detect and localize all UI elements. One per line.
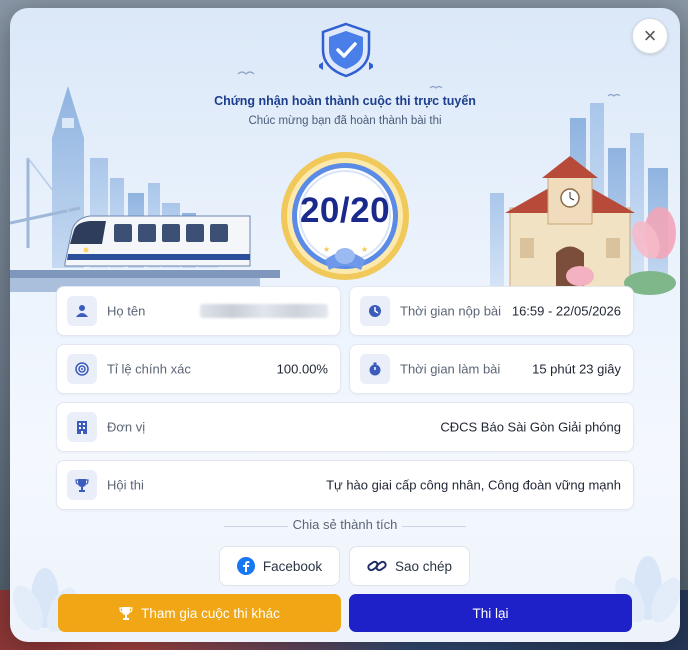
close-button[interactable]: ×: [632, 18, 668, 54]
copy-label: Sao chép: [394, 558, 453, 574]
svg-text:★: ★: [361, 245, 368, 254]
svg-text:★: ★: [323, 245, 330, 254]
duration-label: Thời gian làm bài: [400, 361, 501, 377]
link-icon: [367, 560, 387, 572]
duration-value: 15 phút 23 giây: [532, 361, 621, 377]
score-value: 20/20: [299, 191, 391, 230]
certificate-subtitle: Chúc mừng bạn đã hoàn thành bài thi: [248, 115, 442, 127]
retry-label: Thi lại: [472, 605, 509, 621]
share-divider-right: [402, 526, 466, 527]
name-label: Họ tên: [107, 303, 146, 319]
target-icon: [67, 354, 97, 384]
name-value-redacted: [200, 304, 328, 318]
submit-time-value: 16:59 - 22/05/2026: [511, 303, 621, 319]
certificate-title: Chứng nhận hoàn thành cuộc thi trực tuyế…: [214, 94, 476, 108]
info-card-unit: Đơn vị CĐCS Báo Sài Gòn Giải phóng: [56, 402, 634, 452]
building-icon: [67, 412, 97, 442]
trophy-icon: [67, 470, 97, 500]
other-contest-button[interactable]: Tham gia cuộc thi khác: [58, 594, 341, 632]
stopwatch-icon: [360, 354, 390, 384]
unit-label: Đơn vị: [107, 419, 146, 435]
info-card-name: Họ tên: [56, 286, 341, 336]
retry-button[interactable]: Thi lại: [349, 594, 632, 632]
user-icon: [67, 296, 97, 326]
clock-icon: [360, 296, 390, 326]
other-contest-label: Tham gia cuộc thi khác: [141, 605, 280, 621]
submit-time-label: Thời gian nộp bài: [400, 303, 502, 319]
copy-link-button[interactable]: Sao chép: [349, 546, 470, 586]
share-title: Chia sẻ thành tích: [292, 517, 398, 532]
close-icon: ×: [643, 23, 657, 48]
info-card-accuracy: Tỉ lệ chính xác 100.00%: [56, 344, 341, 394]
info-card-contest: Hội thi Tự hào giai cấp công nhân, Công …: [56, 460, 634, 510]
info-card-duration: Thời gian làm bài 15 phút 23 giây: [349, 344, 634, 394]
certificate-dialog: × Chứng nhận hoàn thành cuộc thi trực tu…: [10, 8, 680, 642]
info-card-submit-time: Thời gian nộp bài 16:59 - 22/05/2026: [349, 286, 634, 336]
facebook-label: Facebook: [262, 558, 323, 574]
shield-check-icon: [319, 22, 373, 78]
unit-value: CĐCS Báo Sài Gòn Giải phóng: [440, 419, 621, 435]
accuracy-value: 100.00%: [276, 361, 328, 377]
facebook-share-button[interactable]: Facebook: [219, 546, 340, 586]
facebook-icon: [236, 557, 255, 575]
accuracy-label: Tỉ lệ chính xác: [107, 361, 191, 377]
trophy-icon: [119, 607, 133, 620]
contest-value: Tự hào giai cấp công nhân, Công đoàn vữn…: [326, 477, 621, 493]
contest-label: Hội thi: [107, 477, 144, 493]
